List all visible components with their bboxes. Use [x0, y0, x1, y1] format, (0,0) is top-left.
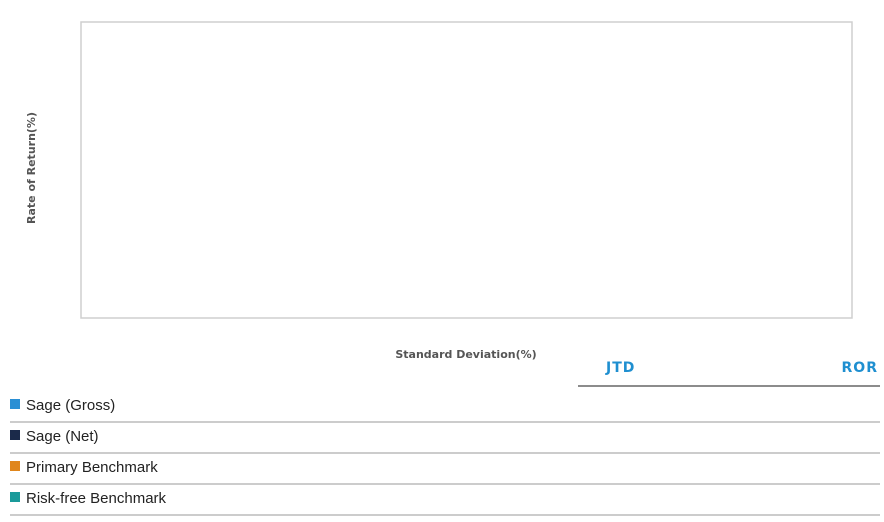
scatter-chart: Rate of Return(%) Standard Deviation(%)	[25, 21, 853, 360]
legend-swatch	[10, 492, 20, 502]
legend-label: Sage (Gross)	[26, 397, 116, 414]
legend-item-sage-gross[interactable]: Sage (Gross)	[10, 392, 880, 423]
legend-swatch	[10, 461, 20, 471]
legend-item-risk-free-benchmark[interactable]: Risk-free Benchmark	[10, 485, 880, 516]
legend-item-sage-net[interactable]: Sage (Net)	[10, 423, 880, 454]
legend-label: Risk-free Benchmark	[26, 490, 167, 507]
chart-legend: Sage (Gross) Sage (Net) Primary Benchmar…	[10, 392, 880, 516]
y-axis-label: Rate of Return(%)	[25, 112, 38, 224]
legend-swatch	[10, 399, 20, 409]
legend-item-primary-benchmark[interactable]: Primary Benchmark	[10, 454, 880, 485]
legend-swatch	[10, 430, 20, 440]
header-divider	[578, 385, 880, 387]
table-header-strip: JTD ROR	[578, 355, 880, 387]
plot-area	[80, 21, 853, 319]
x-axis-label: Standard Deviation(%)	[395, 348, 536, 360]
legend-label: Primary Benchmark	[26, 459, 158, 476]
legend-label: Sage (Net)	[26, 428, 99, 445]
column-header-jtd[interactable]: JTD	[606, 360, 635, 376]
column-header-ror[interactable]: ROR	[842, 360, 878, 376]
